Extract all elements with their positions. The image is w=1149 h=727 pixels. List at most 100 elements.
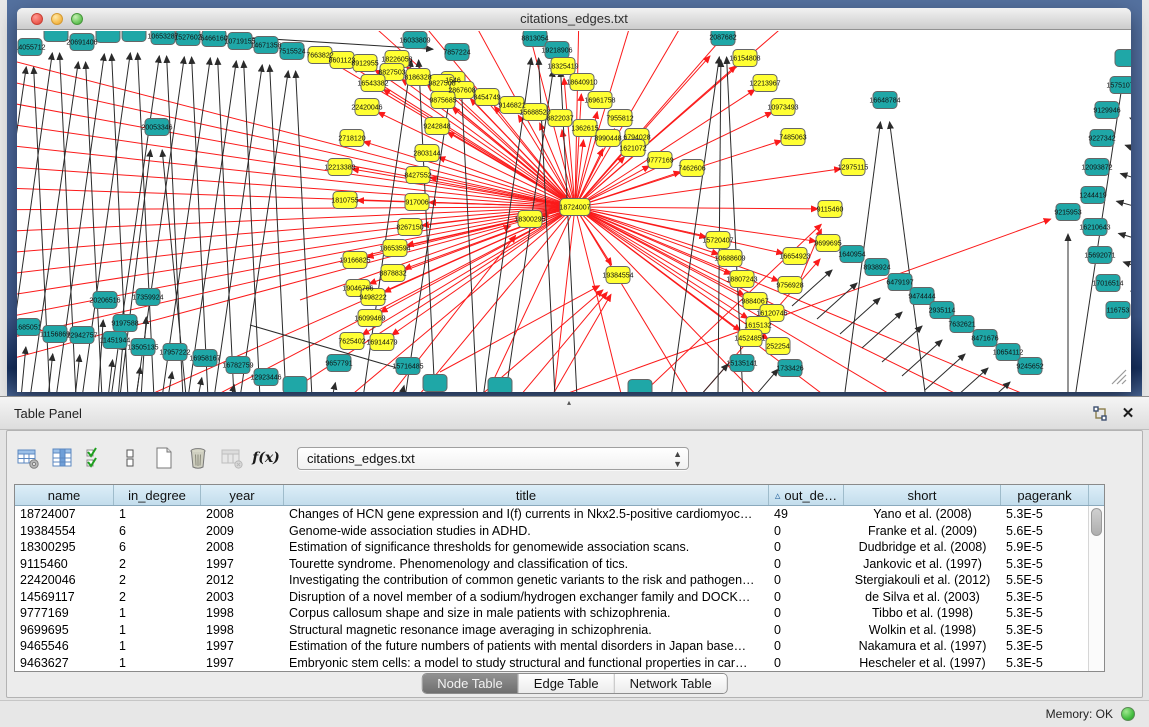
column-header-name[interactable]: name: [15, 485, 114, 505]
resize-grip-icon[interactable]: [1117, 375, 1126, 384]
graph-node-label: 7625402: [338, 339, 365, 346]
graph-node-label: 12923446: [250, 375, 281, 382]
graph-node-label: 9699695: [814, 241, 841, 248]
row-height-icon[interactable]: [117, 445, 143, 471]
graph-node-label: 8267150: [396, 225, 423, 232]
table-tabs: Node TableEdge TableNetwork Table: [421, 673, 728, 694]
graph-node-label: 19046766: [342, 286, 373, 293]
table-cell: Nakamura et al. (1997): [844, 639, 1001, 653]
graph-node-label: 1615132: [744, 323, 771, 330]
zoom-window-button[interactable]: [71, 13, 83, 25]
graph-node-label: 9827508: [428, 81, 455, 88]
citation-network-graph[interactable]: 1405571220691406106532871527602646616010…: [17, 31, 1131, 392]
graph-node-label: 252254: [766, 344, 789, 351]
table-cell: 2: [114, 573, 201, 587]
select-columns-icon[interactable]: [83, 445, 109, 471]
column-header-pagerank[interactable]: pagerank: [1001, 485, 1089, 505]
graph-node[interactable]: [44, 31, 68, 42]
tab-edge-table[interactable]: Edge Table: [518, 674, 614, 693]
graph-node-label: 15720407: [702, 238, 733, 245]
table-row[interactable]: 911546021997Tourette syndrome. Phenomeno…: [15, 556, 1088, 573]
new-column-icon[interactable]: [151, 445, 177, 471]
table-cell: 5.9E-5: [1001, 540, 1088, 554]
column-header-year[interactable]: year: [201, 485, 284, 505]
table-row[interactable]: 1872400712008Changes of HCN gene express…: [15, 506, 1088, 523]
network-window-titlebar[interactable]: citations_edges.txt: [17, 8, 1131, 30]
table-cell: Genome-wide association studies in ADHD.: [284, 524, 769, 538]
graph-node-label: 8454749: [473, 95, 500, 102]
graph-node-label: 12213389: [324, 165, 355, 172]
column-header-title[interactable]: title: [284, 485, 769, 505]
table-cell: 1997: [201, 656, 284, 670]
scrollbar-thumb[interactable]: [1091, 508, 1102, 536]
float-panel-icon[interactable]: [1091, 405, 1109, 423]
table-cell: 5.6E-5: [1001, 524, 1088, 538]
resize-grip-icon[interactable]: [1122, 380, 1126, 384]
table-settings-icon[interactable]: [15, 445, 41, 471]
graph-node[interactable]: [488, 378, 512, 393]
tab-network-table[interactable]: Network Table: [614, 674, 727, 693]
table-cell: Wolkin et al. (1998): [844, 623, 1001, 637]
table-cell: 0: [769, 573, 844, 587]
graph-node-label: 9657791: [325, 361, 352, 368]
table-cell: 0: [769, 524, 844, 538]
column-header-short[interactable]: short: [844, 485, 1001, 505]
table-cell: Disruption of a novel member of a sodium…: [284, 590, 769, 604]
graph-node[interactable]: [423, 375, 447, 392]
graph-node-label: 14524851: [734, 336, 765, 343]
table-cell: 0: [769, 639, 844, 653]
graph-node-label: 10688609: [714, 256, 745, 263]
graph-node[interactable]: [96, 31, 120, 43]
graph-node[interactable]: [628, 380, 652, 393]
column-header-out_de[interactable]: ▵out_de…: [769, 485, 844, 505]
table-panel-body: f(x) citations_edges.txt ▲▼ namein_degre…: [6, 430, 1143, 698]
delete-column-icon[interactable]: [185, 445, 211, 471]
table-row[interactable]: 946362711997Embryonic stem cells: a mode…: [15, 655, 1088, 672]
graph-node-label: 8938924: [863, 265, 890, 272]
graph-node-label: 16154808: [729, 56, 760, 63]
column-header-in_degree[interactable]: in_degree: [114, 485, 201, 505]
graph-node-label: 9756928: [776, 283, 803, 290]
graph-node[interactable]: [122, 31, 146, 42]
table-cell: Structural magnetic resonance image aver…: [284, 623, 769, 637]
graph-node-label: 17016514: [1092, 281, 1123, 288]
table-cell: Stergiakouli et al. (2012): [844, 573, 1001, 587]
table-row[interactable]: 977716911998Corpus callosum shape and si…: [15, 605, 1088, 622]
table-cell: Jankovic et al. (1997): [844, 557, 1001, 571]
tab-node-table[interactable]: Node Table: [422, 674, 518, 693]
table-row[interactable]: 2242004622012Investigating the contribut…: [15, 572, 1088, 589]
graph-node-label: 16958167: [189, 356, 220, 363]
table-cell: 0: [769, 540, 844, 554]
graph-node-label: 7857224: [443, 50, 470, 57]
function-builder-icon[interactable]: f(x): [253, 445, 279, 471]
table-row[interactable]: 1938455462009Genome-wide association stu…: [15, 523, 1088, 540]
close-panel-icon[interactable]: ✕: [1119, 405, 1137, 423]
graph-node-label: 9875685: [429, 98, 456, 105]
graph-node-label: 16654923: [779, 254, 810, 261]
table-row[interactable]: 969969511998Structural magnetic resonanc…: [15, 622, 1088, 639]
graph-node-label: 19218906: [541, 48, 572, 55]
table-cell: 0: [769, 557, 844, 571]
graph-node[interactable]: [1115, 50, 1131, 67]
table-cell: Embryonic stem cells: a model to study s…: [284, 656, 769, 670]
graph-node[interactable]: [283, 377, 307, 393]
table-cell: de Silva et al. (2003): [844, 590, 1001, 604]
graph-node-label: 7515524: [278, 49, 305, 56]
graph-node-label: 15751074: [1106, 83, 1131, 90]
graph-node-label: 18226058: [381, 57, 412, 64]
network-selector[interactable]: citations_edges.txt ▲▼: [297, 447, 689, 470]
splitter-handle-icon[interactable]: ▴: [567, 398, 571, 407]
close-window-button[interactable]: [31, 13, 43, 25]
graph-node-label: 7955812: [606, 116, 633, 123]
network-canvas[interactable]: 1405571220691406106532871527602646616010…: [17, 31, 1131, 392]
graph-node-label: 9884067: [741, 299, 768, 306]
table-row[interactable]: 1456911722003Disruption of a novel membe…: [15, 589, 1088, 606]
minimize-window-button[interactable]: [51, 13, 63, 25]
vertical-scrollbar[interactable]: [1088, 506, 1104, 671]
graph-node-label: 9474444: [908, 294, 935, 301]
table-row[interactable]: 1830029562008Estimation of significance …: [15, 539, 1088, 556]
table-cell: 2: [114, 590, 201, 604]
show-columns-icon[interactable]: [49, 445, 75, 471]
graph-node-label: 12942757: [66, 333, 97, 340]
table-row[interactable]: 946554611997Estimation of the future num…: [15, 638, 1088, 655]
